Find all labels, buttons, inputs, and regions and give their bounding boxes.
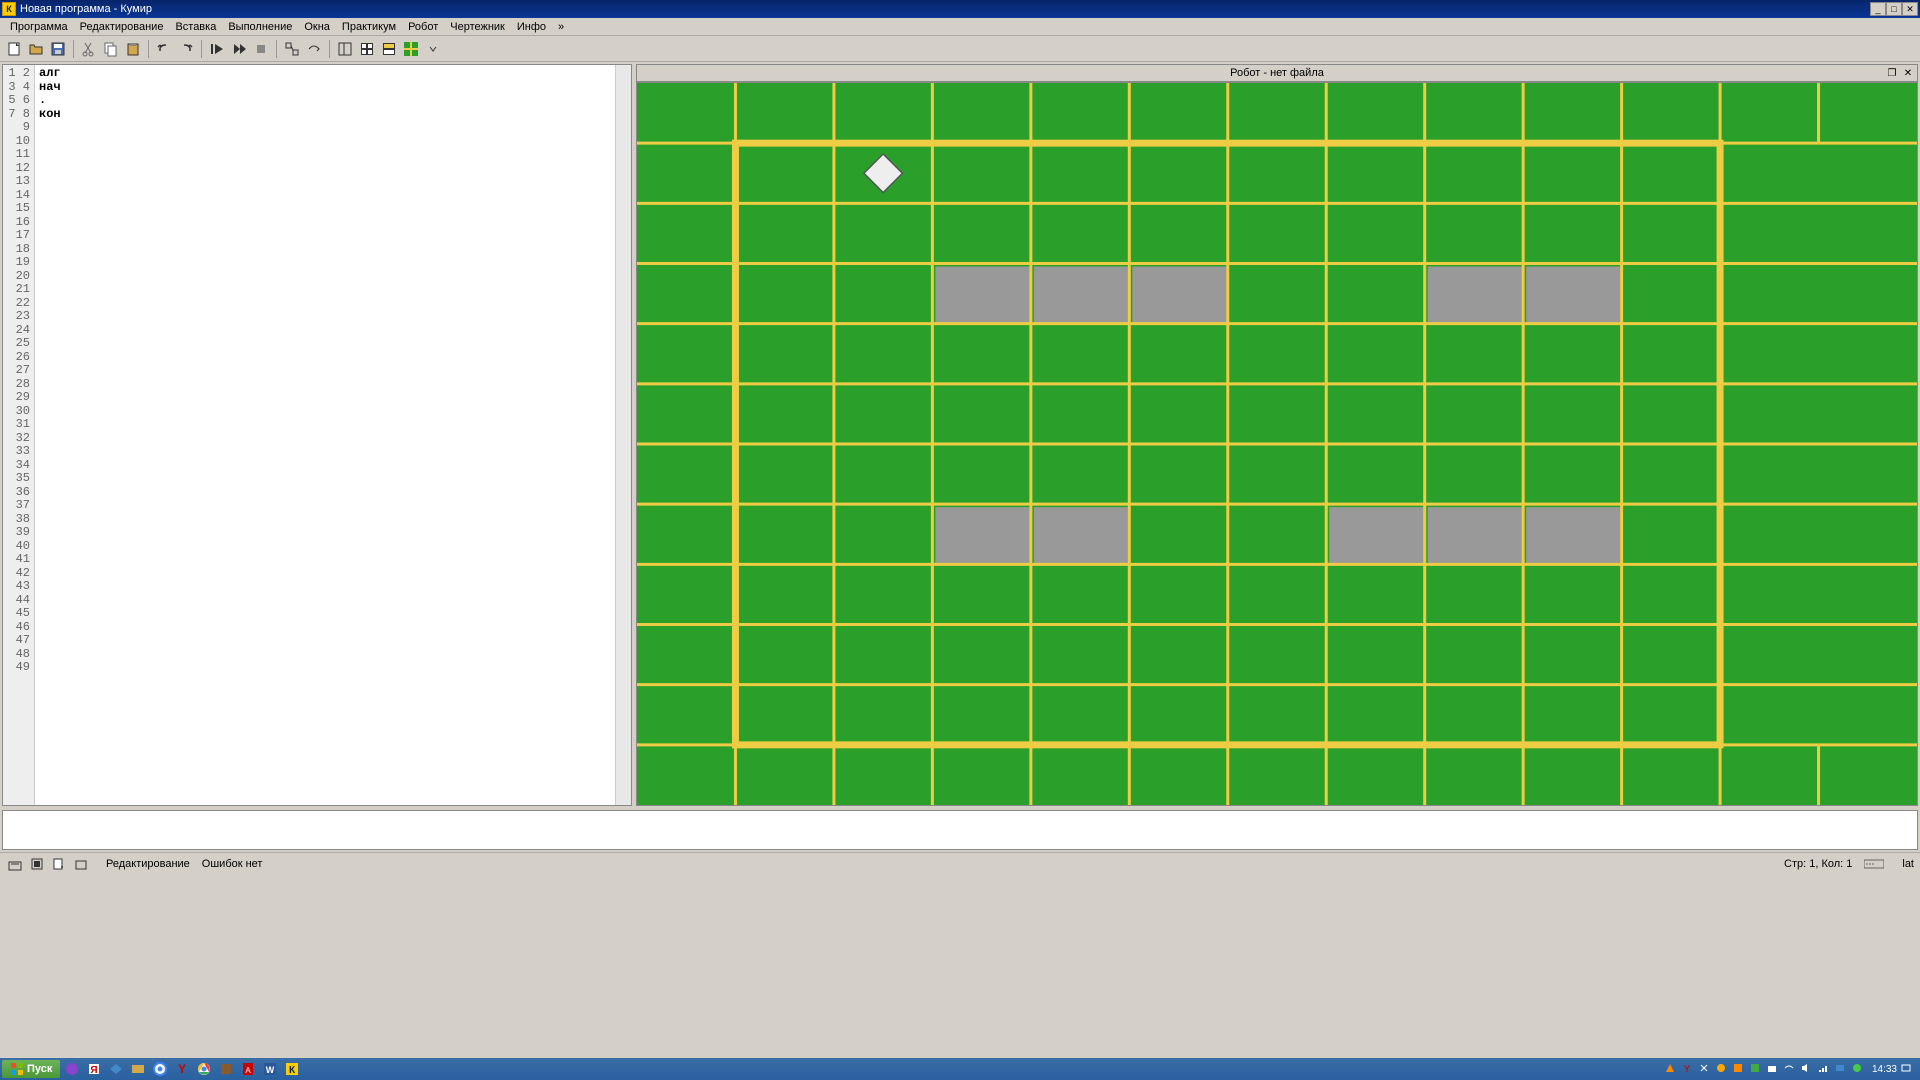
keyboard-icon — [1864, 858, 1884, 870]
status-icon-4[interactable] — [72, 855, 90, 873]
taskbar-app-4[interactable] — [128, 1060, 148, 1078]
paste-button[interactable] — [123, 39, 143, 59]
taskbar-app-10[interactable]: W — [260, 1060, 280, 1078]
menu-item-2[interactable]: Вставка — [169, 19, 222, 35]
menu-item-9[interactable]: » — [552, 19, 570, 35]
taskbar-app-kumir[interactable]: К — [282, 1060, 302, 1078]
tray-icon[interactable] — [1834, 1062, 1848, 1076]
window-layout-2-button[interactable] — [357, 39, 377, 59]
toolbar — [0, 36, 1920, 62]
svg-text:Я: Я — [91, 1065, 98, 1076]
menubar: ПрограммаРедактированиеВставкаВыполнение… — [0, 18, 1920, 36]
undo-button[interactable] — [154, 39, 174, 59]
minimize-button[interactable]: _ — [1870, 2, 1886, 16]
status-icon-1[interactable] — [6, 855, 24, 873]
robot-close-button[interactable]: ✕ — [1901, 66, 1915, 80]
code-editor[interactable]: алг нач . кон — [35, 65, 615, 805]
svg-text:A: A — [246, 1066, 252, 1075]
tray-icon[interactable] — [1851, 1062, 1865, 1076]
tray-network-icon[interactable] — [1817, 1062, 1831, 1076]
menu-item-0[interactable]: Программа — [4, 19, 74, 35]
titlebar: К Новая программа - Кумир _ □ ✕ — [0, 0, 1920, 18]
svg-text:К: К — [289, 1065, 296, 1076]
windows-logo-icon — [10, 1062, 24, 1076]
menu-item-1[interactable]: Редактирование — [74, 19, 170, 35]
separator-icon — [73, 40, 74, 58]
run-button[interactable] — [229, 39, 249, 59]
separator-icon — [201, 40, 202, 58]
menu-item-6[interactable]: Робот — [402, 19, 444, 35]
svg-text:Y: Y — [1684, 1064, 1691, 1074]
tray-icon[interactable] — [1698, 1062, 1712, 1076]
stop-button[interactable] — [251, 39, 271, 59]
tray-icon[interactable] — [1732, 1062, 1746, 1076]
taskbar-app-7[interactable] — [194, 1060, 214, 1078]
status-position: Стр: 1, Кол: 1 — [1784, 858, 1852, 870]
line-gutter: 1 2 3 4 5 6 7 8 9 10 11 12 13 14 15 16 1… — [3, 65, 35, 805]
menu-item-3[interactable]: Выполнение — [222, 19, 298, 35]
robot-header: Робот - нет файла ❐ ✕ — [636, 64, 1918, 82]
taskbar: Пуск Я Y A W К Y 14:33 — [0, 1058, 1920, 1080]
save-file-button[interactable] — [48, 39, 68, 59]
run-step-button[interactable] — [207, 39, 227, 59]
tray-icon[interactable] — [1664, 1062, 1678, 1076]
tray-icon[interactable] — [1766, 1062, 1780, 1076]
app-icon: К — [2, 2, 16, 16]
taskbar-app-8[interactable] — [216, 1060, 236, 1078]
tray-icon[interactable] — [1783, 1062, 1797, 1076]
step-into-button[interactable] — [282, 39, 302, 59]
status-mode: Редактирование — [106, 858, 190, 870]
menu-item-4[interactable]: Окна — [298, 19, 336, 35]
start-button[interactable]: Пуск — [2, 1060, 60, 1078]
menu-item-8[interactable]: Инфо — [511, 19, 552, 35]
status-lang: lat — [1902, 858, 1914, 870]
tray-volume-icon[interactable] — [1800, 1062, 1814, 1076]
tray-clock[interactable]: 14:33 — [1872, 1064, 1897, 1075]
tray-icon[interactable]: Y — [1681, 1062, 1695, 1076]
vertical-scrollbar[interactable] — [615, 65, 631, 805]
menu-item-5[interactable]: Практикум — [336, 19, 402, 35]
separator-icon — [276, 40, 277, 58]
copy-button[interactable] — [101, 39, 121, 59]
tray-icon[interactable] — [1749, 1062, 1763, 1076]
maximize-button[interactable]: □ — [1886, 2, 1902, 16]
window-layout-3-button[interactable] — [379, 39, 399, 59]
step-over-button[interactable] — [304, 39, 324, 59]
cut-button[interactable] — [79, 39, 99, 59]
robot-maximize-button[interactable]: ❐ — [1885, 66, 1899, 80]
robot-title: Робот - нет файла — [1230, 67, 1324, 79]
redo-button[interactable] — [176, 39, 196, 59]
taskbar-app-9[interactable]: A — [238, 1060, 258, 1078]
robot-field[interactable] — [636, 82, 1918, 806]
status-icon-2[interactable] — [28, 855, 46, 873]
statusbar: Редактирование Ошибок нет Стр: 1, Кол: 1… — [0, 852, 1920, 874]
taskbar-app-3[interactable] — [106, 1060, 126, 1078]
window-layout-1-button[interactable] — [335, 39, 355, 59]
taskbar-app-1[interactable] — [62, 1060, 82, 1078]
robot-pane: Робот - нет файла ❐ ✕ — [636, 64, 1918, 806]
robot-field-button[interactable] — [401, 39, 421, 59]
editor-pane: 1 2 3 4 5 6 7 8 9 10 11 12 13 14 15 16 1… — [2, 64, 632, 806]
more-button[interactable] — [423, 39, 443, 59]
svg-text:W: W — [266, 1065, 275, 1075]
window-title: Новая программа - Кумир — [20, 3, 1870, 15]
status-icon-3[interactable] — [50, 855, 68, 873]
console[interactable] — [2, 810, 1918, 850]
open-file-button[interactable] — [26, 39, 46, 59]
close-button[interactable]: ✕ — [1902, 2, 1918, 16]
separator-icon — [148, 40, 149, 58]
taskbar-app-2[interactable]: Я — [84, 1060, 104, 1078]
taskbar-app-6[interactable]: Y — [172, 1060, 192, 1078]
tray-icon[interactable] — [1715, 1062, 1729, 1076]
menu-item-7[interactable]: Чертежник — [444, 19, 511, 35]
tray-icon[interactable] — [1900, 1062, 1914, 1076]
status-errors: Ошибок нет — [202, 858, 263, 870]
separator-icon — [329, 40, 330, 58]
svg-text:Y: Y — [178, 1062, 186, 1076]
start-label: Пуск — [27, 1063, 52, 1075]
new-file-button[interactable] — [4, 39, 24, 59]
taskbar-app-5[interactable] — [150, 1060, 170, 1078]
